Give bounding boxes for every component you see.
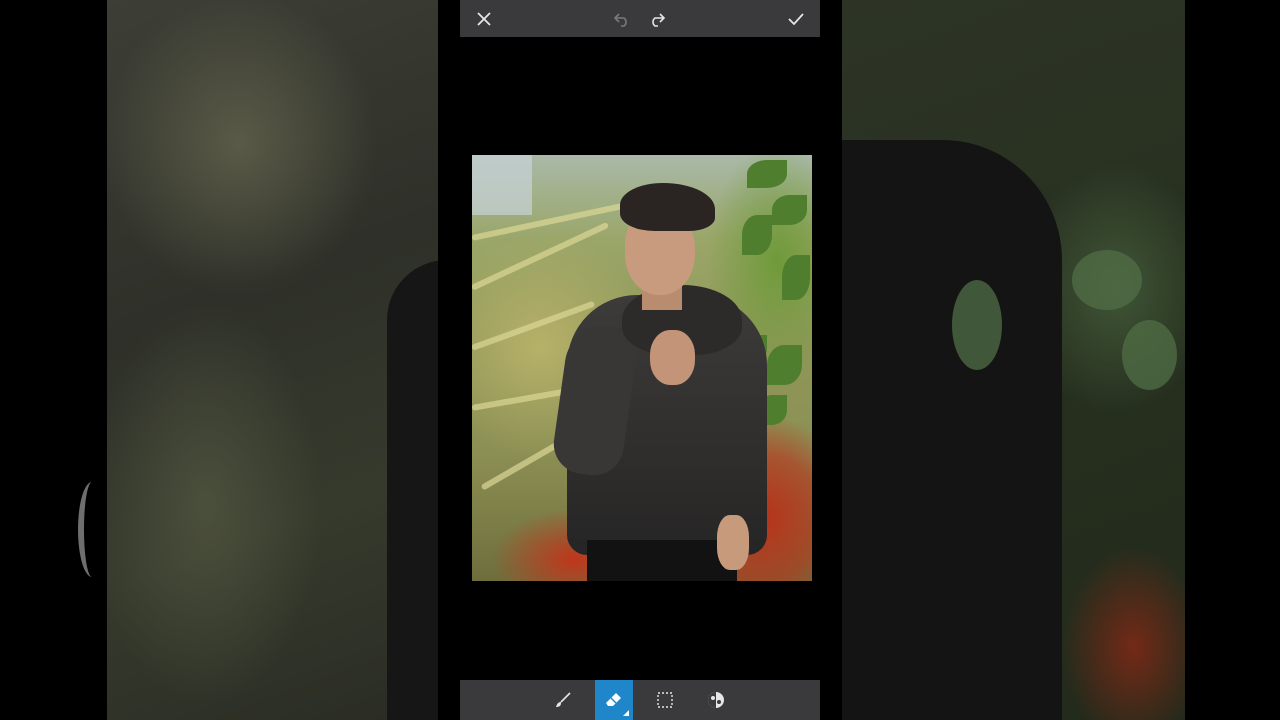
redo-icon <box>652 13 666 27</box>
photo-palm-frond <box>480 440 562 491</box>
backdrop-leaf <box>1122 320 1177 390</box>
close-button[interactable] <box>470 5 498 33</box>
photo-leaf <box>772 195 807 225</box>
redo-button[interactable] <box>643 5 671 33</box>
backdrop-hoodie-shape <box>387 260 438 720</box>
canvas-photo[interactable] <box>472 155 812 581</box>
undo-icon <box>613 13 627 27</box>
hand <box>717 515 749 570</box>
backdrop-leaf <box>1072 250 1142 310</box>
screen <box>0 0 1280 720</box>
apply-button[interactable] <box>782 5 810 33</box>
selection-tool-button[interactable] <box>646 680 684 720</box>
invert-icon <box>708 692 724 708</box>
backdrop-hoodie-shape <box>842 140 1062 720</box>
undo-button[interactable] <box>608 5 636 33</box>
hair <box>620 183 715 231</box>
pants <box>587 540 737 581</box>
backdrop-leaf <box>952 280 1002 370</box>
brush-icon <box>556 692 571 707</box>
checkmark-icon <box>788 13 804 26</box>
eraser-icon <box>606 693 621 706</box>
bottom-toolbar <box>460 680 820 720</box>
hand <box>650 330 695 385</box>
close-icon <box>477 12 491 26</box>
editor-screen <box>438 0 842 720</box>
photo-leaf <box>767 345 802 385</box>
eraser-tool-button[interactable] <box>595 680 633 720</box>
blurred-backdrop-right <box>842 0 1185 720</box>
blurred-backdrop-left <box>107 0 438 720</box>
invert-tool-button[interactable] <box>697 680 735 720</box>
photo-leaf <box>742 215 772 255</box>
top-toolbar <box>460 0 820 37</box>
photo-leaf <box>747 160 787 188</box>
photo-leaf <box>782 255 810 300</box>
selection-rect-icon <box>657 692 673 708</box>
photo-sky <box>472 155 532 215</box>
brush-tool-button[interactable] <box>544 680 582 720</box>
backdrop-arc <box>78 482 106 577</box>
